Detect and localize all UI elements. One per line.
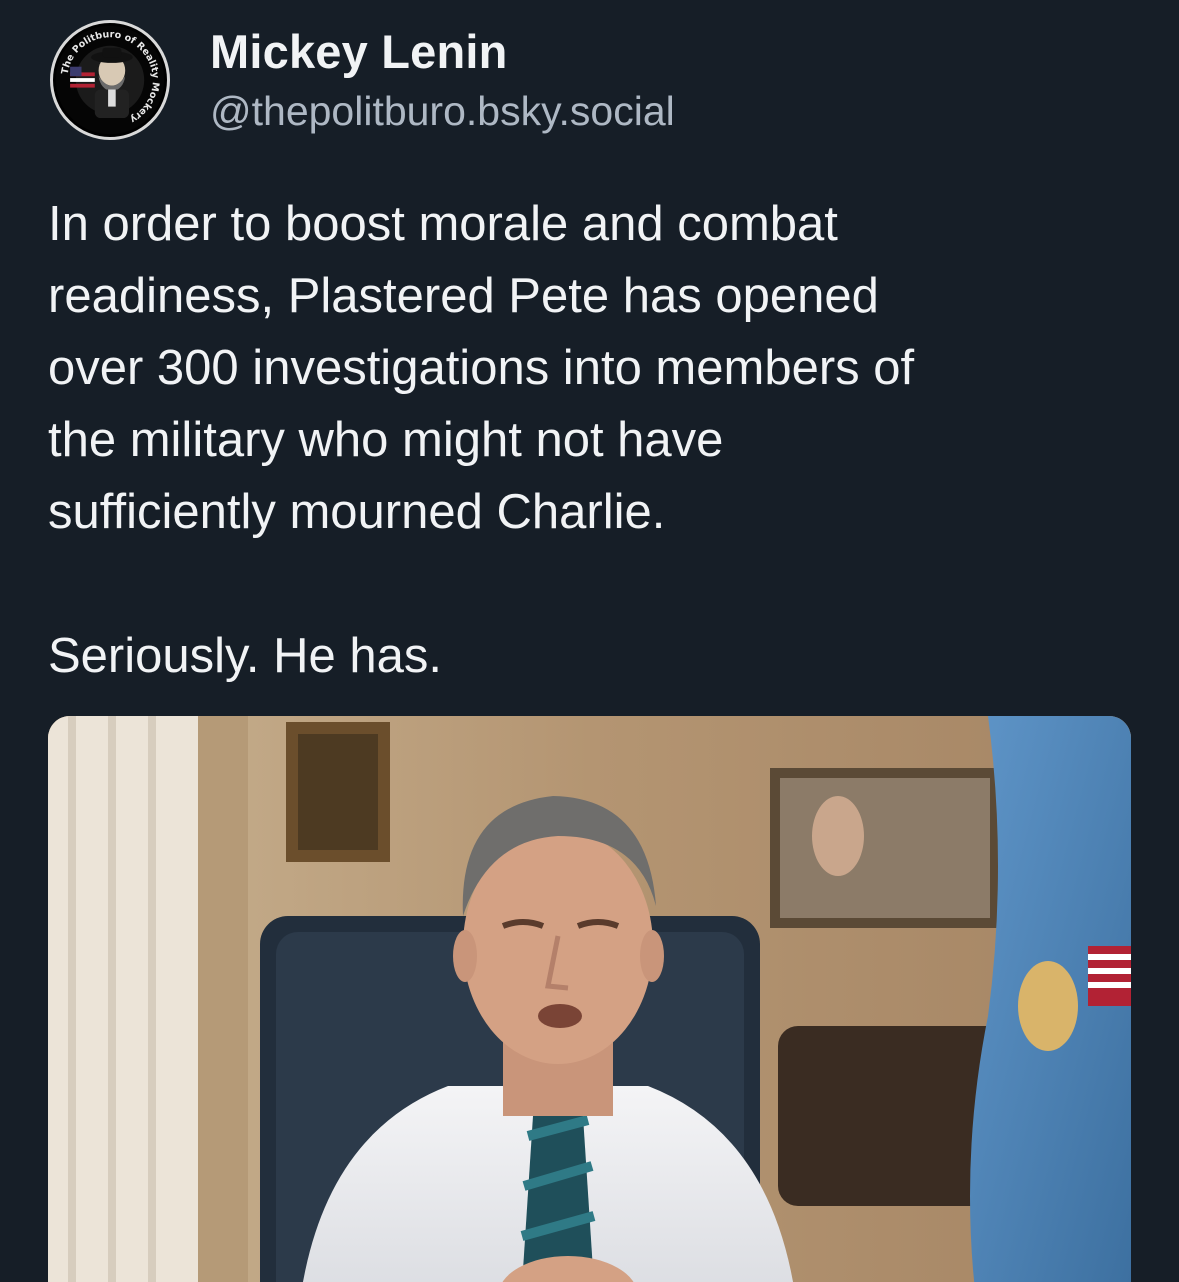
post-text: In order to boost morale and combat read… <box>48 188 1148 692</box>
display-name[interactable]: Mickey Lenin <box>210 24 508 79</box>
post-paragraph: Seriously. He has. <box>48 629 442 683</box>
man-in-office-photo <box>48 716 1131 1282</box>
avatar[interactable]: The Politburo of Reality Mockery <box>50 20 170 140</box>
politburo-badge-icon: The Politburo of Reality Mockery <box>55 25 165 135</box>
post-paragraph: In order to boost morale and combat read… <box>48 197 915 539</box>
post-image[interactable] <box>48 716 1131 1282</box>
post-card: The Politburo of Reality Mockery Mickey … <box>0 0 1179 1282</box>
handle[interactable]: @thepolitburo.bsky.social <box>210 88 675 135</box>
